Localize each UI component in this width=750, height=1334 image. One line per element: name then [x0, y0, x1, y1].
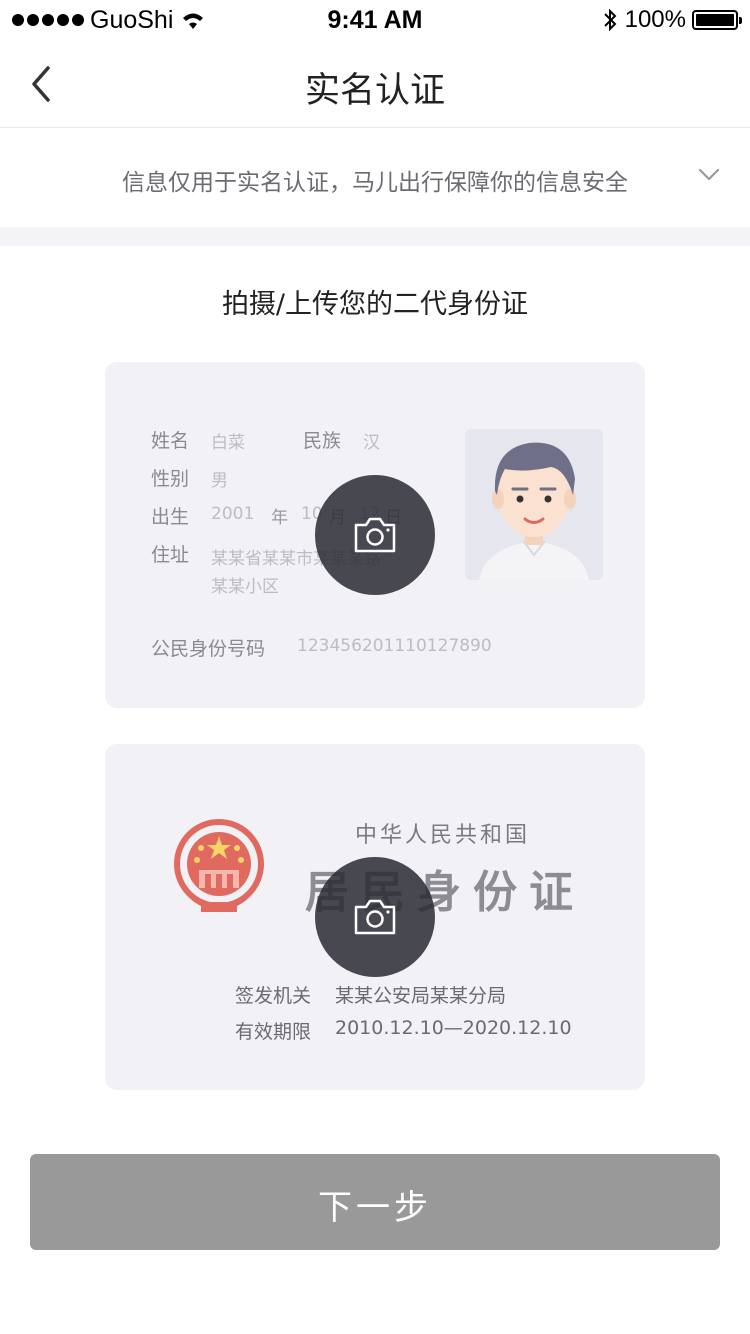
ethnicity-value: 汉 [363, 433, 380, 453]
authority-label: 签发机关 [235, 985, 312, 1007]
address-line-2: 某某小区 [211, 577, 279, 597]
section-title: 拍摄/上传您的二代身份证 [221, 289, 529, 320]
gender-label: 性别 [151, 468, 190, 490]
birth-label: 出生 [151, 506, 190, 528]
birth-year: 2001 [211, 504, 255, 524]
authority-value: 某某公安局某某分局 [335, 985, 507, 1007]
chevron-down-icon[interactable] [698, 167, 720, 183]
avatar-illustration [479, 442, 589, 580]
status-right: 100% [603, 6, 742, 34]
portrait-avatar [465, 429, 603, 580]
next-step-label: 下一步 [318, 1189, 432, 1227]
card-country: 中华人民共和国 [355, 823, 531, 848]
upload-front-button[interactable] [315, 475, 435, 595]
name-label: 姓名 [151, 430, 190, 452]
battery-icon [692, 10, 742, 30]
notice-bar[interactable]: 信息仅用于实名认证，马儿出行保障你的信息安全 [0, 129, 750, 227]
nav-bar: 实名认证 [0, 40, 750, 128]
bluetooth-icon [603, 8, 617, 32]
next-step-button[interactable]: 下一步 [30, 1154, 720, 1250]
id-card-back[interactable]: 中华人民共和国 居民身份证 签发机关 某某公安局某某分局 有效期限 2010.1… [105, 744, 645, 1090]
ethnicity-label: 民族 [303, 430, 342, 452]
validity-value: 2010.12.10—2020.12.10 [335, 1017, 572, 1039]
address-label: 住址 [151, 544, 190, 566]
battery-percent: 100% [624, 6, 686, 33]
id-number-label: 公民身份号码 [151, 638, 266, 660]
validity-label: 有效期限 [235, 1021, 312, 1043]
id-card-front[interactable]: 姓名 白菜 民族 汉 性别 男 出生 2001 年 10 月 12 日 住址 某… [105, 362, 645, 708]
id-number-value: 123456201110127890 [297, 636, 492, 656]
notice-text: 信息仅用于实名认证，马儿出行保障你的信息安全 [122, 170, 628, 196]
name-value: 白菜 [211, 433, 245, 453]
national-emblem-icon [174, 819, 264, 912]
upload-back-button[interactable] [315, 857, 435, 977]
page-title: 实名认证 [304, 71, 445, 111]
section-divider [0, 227, 750, 246]
camera-icon [354, 517, 396, 553]
gender-value: 男 [211, 471, 228, 491]
status-bar: GuoShi 9:41 AM 100% [0, 0, 750, 40]
birth-year-unit: 年 [271, 508, 288, 528]
camera-icon [354, 899, 396, 935]
